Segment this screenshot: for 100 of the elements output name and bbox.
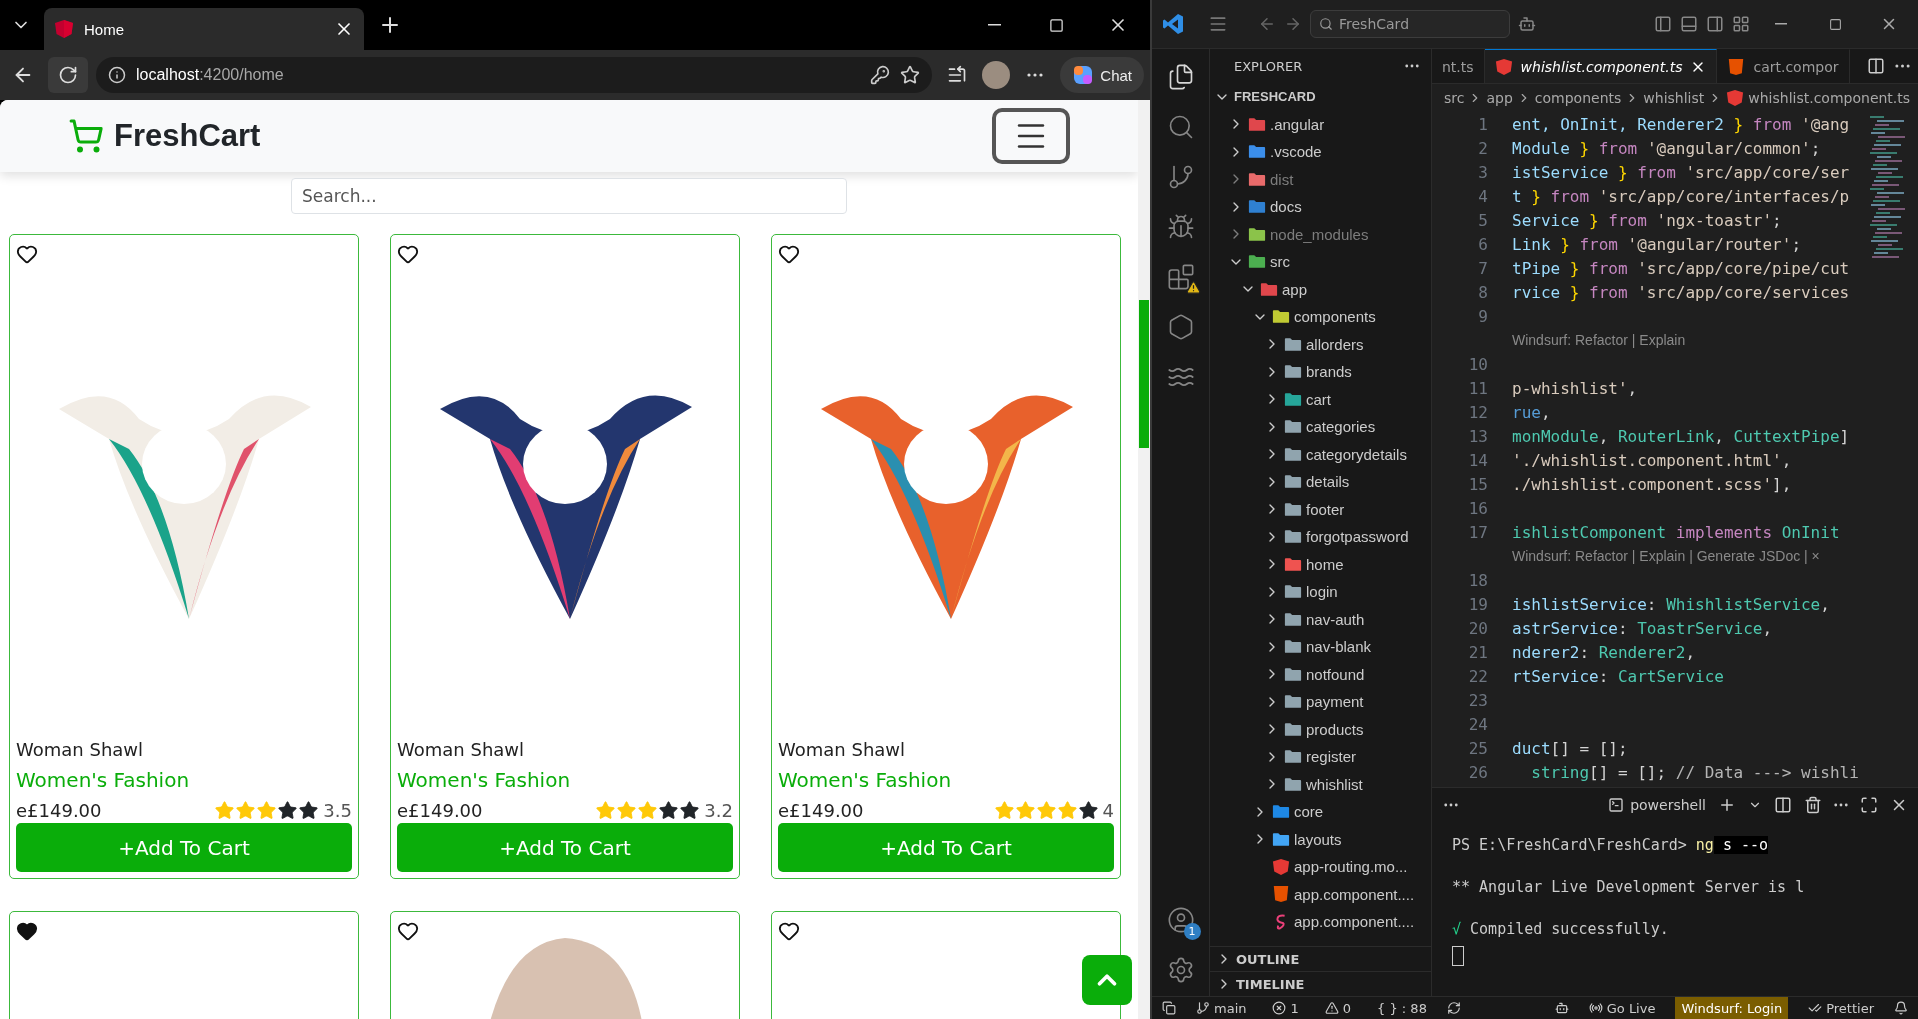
browser-tab[interactable]: Home	[44, 8, 364, 50]
reload-button[interactable]	[48, 57, 88, 93]
brand-name[interactable]: FreshCart	[114, 118, 261, 154]
tree-item[interactable]: .angular	[1210, 110, 1431, 138]
editor-tab[interactable]: whishlist.component.ts	[1484, 49, 1718, 83]
star-icon	[214, 800, 236, 822]
split-editor-icon[interactable]	[1867, 57, 1885, 75]
robot-icon[interactable]	[1518, 15, 1536, 33]
heart-icon[interactable]	[16, 920, 38, 942]
star-icon	[993, 800, 1015, 822]
panel-toggle-icon[interactable]	[1680, 15, 1698, 33]
tree-item[interactable]: components	[1210, 303, 1431, 331]
heart-icon[interactable]	[778, 243, 800, 265]
address-field[interactable]: localhost:4200/home	[96, 57, 933, 93]
bug-icon[interactable]	[1166, 213, 1195, 241]
status-item[interactable]: Prettier	[1802, 997, 1880, 1019]
tree-item[interactable]: forgotpassword	[1210, 523, 1431, 551]
status-item[interactable]: { } : 88	[1371, 997, 1433, 1019]
tree-item[interactable]: app	[1210, 275, 1431, 303]
command-center[interactable]: FreshCard	[1310, 10, 1510, 38]
breadcrumb[interactable]: src	[1444, 90, 1465, 106]
scroll-top-button[interactable]	[1082, 955, 1132, 1005]
more-icon[interactable]	[1834, 803, 1848, 807]
status-item[interactable]: 1	[1266, 997, 1305, 1019]
search-field[interactable]: Search...	[291, 178, 847, 214]
bell-icon[interactable]	[1894, 1001, 1908, 1015]
tree-item[interactable]: layouts	[1210, 825, 1431, 853]
more-icon[interactable]	[1405, 64, 1419, 68]
sync-icon[interactable]	[1446, 1001, 1461, 1015]
tree-item[interactable]: home	[1210, 550, 1431, 578]
scrollbar[interactable]	[1138, 100, 1150, 1019]
maximize-icon[interactable]	[1860, 796, 1878, 814]
tree-item[interactable]: .vscode	[1210, 138, 1431, 166]
tree-item[interactable]: docs	[1210, 193, 1431, 221]
tree-item[interactable]: allorders	[1210, 330, 1431, 358]
tree-item[interactable]: app.component....	[1210, 908, 1431, 936]
tree-item[interactable]: footer	[1210, 495, 1431, 523]
info-icon[interactable]	[108, 66, 126, 84]
heart-icon[interactable]	[397, 243, 419, 265]
line-number: 26	[1467, 762, 1488, 782]
heart-icon[interactable]	[778, 920, 800, 942]
code-line: Link } from '@angular/router';	[1512, 234, 1801, 254]
extensions-icon[interactable]	[1166, 263, 1195, 291]
tree-item[interactable]: brands	[1210, 358, 1431, 386]
tree-item[interactable]: notfound	[1210, 660, 1431, 688]
split-icon[interactable]	[1774, 796, 1792, 814]
product-name: Woman Shawl	[397, 739, 526, 761]
tree-item[interactable]: cart	[1210, 385, 1431, 413]
tree-item[interactable]: dist	[1210, 165, 1431, 193]
tree-item[interactable]: app.component....	[1210, 880, 1431, 908]
trash-icon[interactable]	[1804, 796, 1822, 814]
tree-item[interactable]: src	[1210, 248, 1431, 276]
tree-item[interactable]: login	[1210, 578, 1431, 606]
tree-item[interactable]: products	[1210, 715, 1431, 743]
menu-button[interactable]	[992, 108, 1070, 164]
code-lens[interactable]: Windsurf: Refactor | Explain	[1512, 328, 1686, 352]
add-icon[interactable]	[1718, 796, 1736, 814]
panel-section-header[interactable]: OUTLINE	[1210, 946, 1431, 971]
star-icon[interactable]	[900, 65, 921, 85]
tree-item[interactable]: details	[1210, 468, 1431, 496]
status-item[interactable]: Go Live	[1582, 997, 1662, 1019]
key-icon[interactable]	[870, 65, 891, 85]
layout-icon[interactable]	[1732, 15, 1750, 33]
secondary-sidebar-icon[interactable]	[1706, 15, 1724, 33]
menu-icon[interactable]	[1208, 14, 1228, 34]
tree-item[interactable]: register	[1210, 743, 1431, 771]
avatar[interactable]	[982, 61, 1011, 89]
terminal-shell-name[interactable]: powershell	[1630, 797, 1706, 813]
more-icon[interactable]	[1895, 64, 1910, 68]
sidebar-toggle-icon[interactable]	[1654, 15, 1672, 33]
forward-icon[interactable]	[1284, 15, 1302, 33]
heart-icon[interactable]	[397, 920, 419, 942]
tree-item[interactable]: whishlist	[1210, 770, 1431, 798]
status-item[interactable]: main	[1190, 997, 1253, 1019]
tree-item[interactable]: app-routing.mo...	[1210, 853, 1431, 881]
tree-item[interactable]: nav-blank	[1210, 633, 1431, 661]
chat-button[interactable]: Chat	[1060, 57, 1144, 93]
breadcrumb[interactable]: app	[1486, 90, 1513, 106]
tree-item[interactable]: categorydetails	[1210, 440, 1431, 468]
breadcrumb[interactable]: whishlist.component.ts	[1748, 90, 1911, 106]
product-price: e£149.00	[778, 800, 864, 822]
tree-item[interactable]: node_modules	[1210, 220, 1431, 248]
tree-item[interactable]: nav-auth	[1210, 605, 1431, 633]
tree-item[interactable]: categories	[1210, 413, 1431, 441]
tree-item[interactable]: FRESHCARD	[1210, 83, 1431, 111]
star-icon	[1077, 800, 1099, 822]
status-item[interactable]: Windsurf: Login	[1675, 997, 1789, 1019]
breadcrumb[interactable]: whishlist	[1643, 90, 1705, 106]
code-lens[interactable]: Windsurf: Refactor | Explain | Generate JSDoc | ×	[1512, 544, 1820, 568]
more-icon[interactable]	[1444, 803, 1458, 807]
account-icon[interactable]	[1166, 906, 1195, 934]
back-icon[interactable]	[1258, 15, 1276, 33]
tree-item[interactable]: payment	[1210, 688, 1431, 716]
heart-icon[interactable]	[16, 243, 38, 265]
tree-item[interactable]: core	[1210, 798, 1431, 826]
breadcrumb[interactable]: components	[1534, 90, 1622, 106]
favorites-icon	[947, 65, 968, 85]
status-item[interactable]: 0	[1318, 997, 1358, 1019]
robot-icon[interactable]	[1554, 1001, 1569, 1015]
line-number: 22	[1467, 666, 1488, 686]
